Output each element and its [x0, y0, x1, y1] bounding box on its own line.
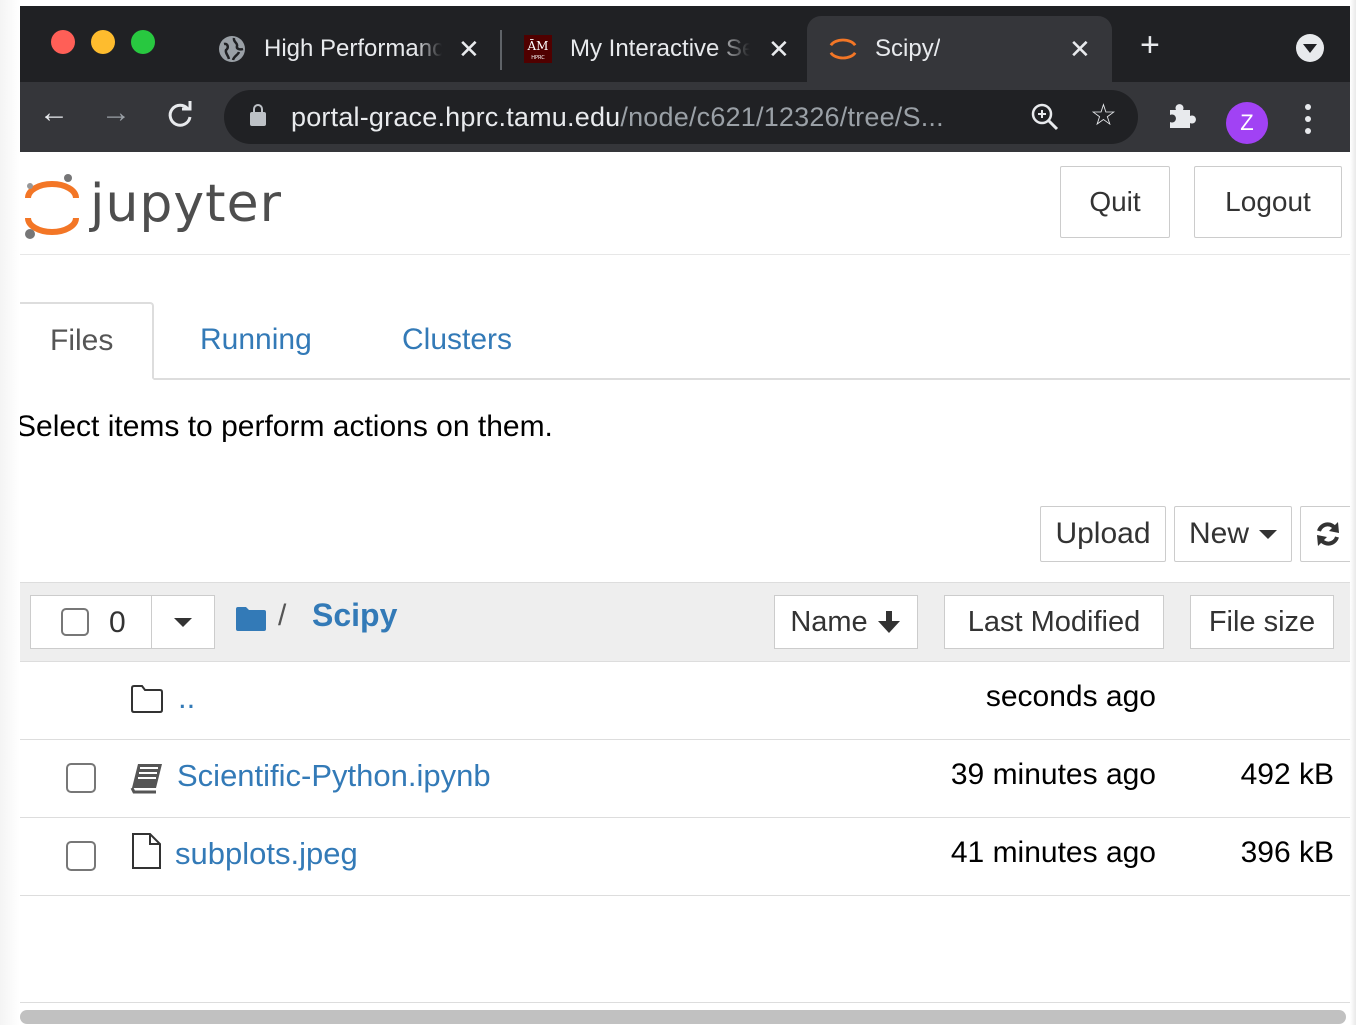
arrow-down-icon: [877, 611, 900, 633]
list-item[interactable]: .. seconds ago: [20, 662, 1350, 740]
logout-button[interactable]: Logout: [1194, 166, 1342, 238]
left-edge: [0, 0, 20, 1025]
close-tab-icon[interactable]: ✕: [458, 34, 480, 65]
browser-menu-icon[interactable]: [1298, 102, 1318, 142]
maximize-window-button[interactable]: [131, 30, 155, 54]
jupyter-header: jupyter Quit Logout: [20, 152, 1350, 255]
tab-strip: High Performance Research Computing ✕ ĀM…: [20, 6, 1350, 82]
horizontal-scrollbar[interactable]: [20, 1010, 1346, 1024]
new-label: New: [1188, 517, 1249, 550]
minimize-window-button[interactable]: [91, 30, 115, 54]
browser-window: High Performance Research Computing ✕ ĀM…: [20, 6, 1350, 1025]
sort-name-label: Name: [790, 605, 868, 638]
item-name[interactable]: subplots.jpeg: [175, 836, 358, 872]
refresh-button[interactable]: [1300, 506, 1350, 562]
item-name[interactable]: Scientific-Python.ipynb: [177, 758, 491, 794]
item-modified: 41 minutes ago: [950, 836, 1156, 869]
sort-by-size-button[interactable]: File size: [1190, 595, 1334, 649]
right-edge: [1350, 0, 1356, 1025]
close-tab-icon[interactable]: ✕: [1069, 34, 1091, 65]
item-modified: 39 minutes ago: [950, 758, 1156, 791]
jupyter-icon: [829, 35, 857, 63]
caret-down-icon: [1259, 529, 1277, 539]
profile-avatar[interactable]: Z: [1226, 102, 1268, 144]
sort-by-modified-button[interactable]: Last Modified: [944, 595, 1164, 649]
close-tab-icon[interactable]: ✕: [768, 34, 790, 65]
upload-button[interactable]: Upload: [1040, 506, 1166, 562]
list-item[interactable]: subplots.jpeg 41 minutes ago 396 kB: [20, 818, 1350, 896]
select-all-checkbox[interactable]: [61, 608, 89, 636]
select-all-control[interactable]: 0: [30, 595, 152, 649]
item-name[interactable]: ..: [178, 680, 195, 716]
lock-icon: [250, 104, 266, 126]
quit-button[interactable]: Quit: [1060, 166, 1170, 238]
file-icon: [130, 832, 164, 869]
address-bar[interactable]: portal-grace.hprc.tamu.edu/node/c621/123…: [224, 90, 1138, 144]
selection-hint: Select items to perform actions on them.: [20, 410, 553, 443]
close-window-button[interactable]: [51, 30, 75, 54]
globe-icon: [218, 35, 246, 63]
url-path: /node/c621/12326/tree/S...: [620, 102, 944, 132]
notebook-icon: [130, 762, 164, 796]
tab-search-icon[interactable]: [1296, 34, 1324, 62]
item-checkbox[interactable]: [66, 763, 96, 793]
new-dropdown-button[interactable]: New: [1174, 506, 1292, 562]
zoom-icon[interactable]: [1030, 102, 1060, 132]
select-options-dropdown[interactable]: [151, 595, 215, 649]
file-list-header: 0 / Scipy Name Last Modified File size: [20, 582, 1350, 662]
new-tab-icon[interactable]: +: [1140, 26, 1160, 65]
list-item[interactable]: Scientific-Python.ipynb 39 minutes ago 4…: [20, 740, 1350, 818]
jupyter-logo-text: jupyter: [90, 174, 282, 234]
forward-arrow-icon[interactable]: →: [96, 96, 136, 130]
browser-tab-hprc[interactable]: High Performance Research Computing ✕: [218, 16, 498, 82]
back-arrow-icon[interactable]: ←: [34, 96, 74, 130]
jupyter-logo-icon[interactable]: [22, 172, 82, 240]
item-size: 492 kB: [1240, 758, 1334, 791]
extensions-puzzle-icon[interactable]: [1166, 100, 1196, 138]
tab-separator: [500, 30, 502, 70]
refresh-icon: [1317, 522, 1339, 546]
sort-by-name-button[interactable]: Name: [774, 595, 918, 649]
bookmark-star-icon[interactable]: ☆: [1090, 98, 1117, 133]
tab-title: High Performance Research Computing: [264, 35, 442, 62]
item-checkbox[interactable]: [66, 841, 96, 871]
tab-title: My Interactive Sessions: [570, 35, 750, 62]
tab-files[interactable]: Files: [20, 302, 154, 380]
folder-icon: [130, 684, 164, 718]
breadcrumb-separator: /: [278, 599, 287, 632]
svg-text:HPRC: HPRC: [531, 55, 545, 61]
dashboard-tabs: Files Running Clusters: [20, 302, 1350, 380]
tab-running[interactable]: Running: [200, 302, 312, 378]
breadcrumb-current[interactable]: Scipy: [312, 597, 397, 634]
tab-title: Scipy/: [875, 35, 941, 62]
item-size: 396 kB: [1240, 836, 1334, 869]
folder-icon[interactable]: [236, 607, 266, 631]
selected-count: 0: [109, 606, 126, 639]
tamu-hprc-icon: ĀM HPRC: [524, 35, 552, 63]
reload-icon[interactable]: [160, 96, 200, 138]
item-modified: seconds ago: [985, 680, 1156, 713]
browser-tab-sessions[interactable]: ĀM HPRC My Interactive Sessions ✕: [524, 16, 804, 82]
divider: [20, 1002, 1350, 1003]
url-host: portal-grace.hprc.tamu.edu: [291, 102, 621, 132]
browser-toolbar: ← → portal-grace.hprc.tamu.edu/node/c621…: [20, 82, 1350, 152]
svg-text:ĀM: ĀM: [527, 38, 549, 53]
browser-tab-scipy[interactable]: Scipy/ ✕: [807, 16, 1112, 82]
tab-clusters[interactable]: Clusters: [402, 302, 512, 378]
url-text: portal-grace.hprc.tamu.edu/node/c621/123…: [291, 102, 944, 133]
